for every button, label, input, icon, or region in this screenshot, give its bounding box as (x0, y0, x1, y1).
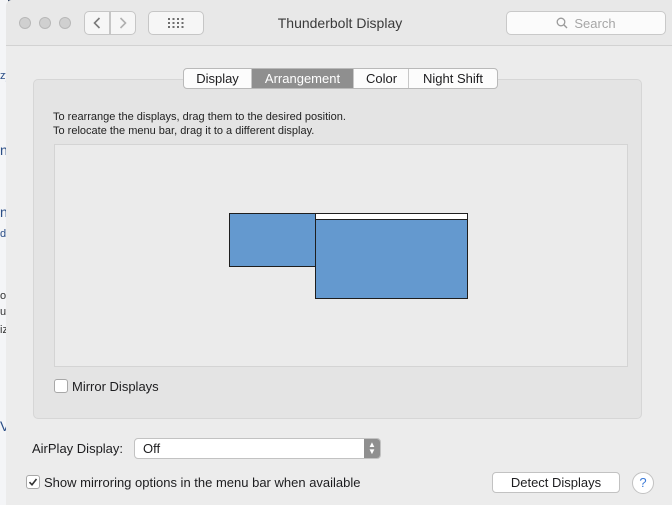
back-button[interactable] (84, 11, 110, 35)
mirror-displays-checkbox[interactable] (54, 379, 68, 393)
show-mirroring-checkbox[interactable] (26, 475, 40, 489)
chevron-right-icon (119, 17, 127, 29)
checkmark-icon (28, 478, 38, 487)
mirror-displays-label: Mirror Displays (72, 379, 159, 394)
search-placeholder: Search (574, 15, 616, 31)
search-icon (556, 17, 568, 29)
display-arrangement-area (54, 144, 628, 367)
tab-night-shift[interactable]: Night Shift (409, 69, 497, 88)
window-title: Thunderbolt Display (277, 15, 403, 31)
close-window-button[interactable] (19, 17, 31, 29)
airplay-display-label: AirPlay Display: (32, 441, 124, 456)
airplay-display-value: Off (143, 441, 161, 456)
search-field[interactable]: Search (506, 11, 666, 35)
instruction-line: To rearrange the displays, drag them to … (53, 111, 346, 123)
arrangement-instructions: To rearrange the displays, drag them to … (53, 110, 346, 138)
detect-displays-button[interactable]: Detect Displays (492, 472, 620, 493)
menu-bar-handle[interactable] (316, 214, 467, 220)
display-thumbnail-left[interactable] (229, 213, 316, 267)
show-mirroring-label: Show mirroring options in the menu bar w… (44, 475, 361, 490)
grid-icon (168, 18, 184, 28)
select-arrows-icon: ▲ ▼ (364, 439, 380, 458)
tab-display[interactable]: Display (184, 69, 252, 88)
tab-color[interactable]: Color (354, 69, 409, 88)
tab-bar: Display Arrangement Color Night Shift (183, 68, 498, 89)
chevron-left-icon (93, 17, 101, 29)
title-bar: Thunderbolt Display Search (6, 0, 672, 46)
help-button[interactable]: ? (632, 472, 654, 494)
tab-arrangement[interactable]: Arrangement (252, 69, 354, 88)
display-thumbnail-right[interactable] (315, 213, 468, 299)
zoom-window-button[interactable] (59, 17, 71, 29)
instruction-line: To relocate the menu bar, drag it to a d… (53, 125, 315, 137)
airplay-display-select[interactable]: Off ▲ ▼ (134, 438, 381, 459)
minimize-window-button[interactable] (39, 17, 51, 29)
forward-button[interactable] (110, 11, 136, 35)
preferences-window: Thunderbolt Display Search Display Arran… (6, 0, 672, 505)
show-all-button[interactable] (148, 11, 204, 35)
